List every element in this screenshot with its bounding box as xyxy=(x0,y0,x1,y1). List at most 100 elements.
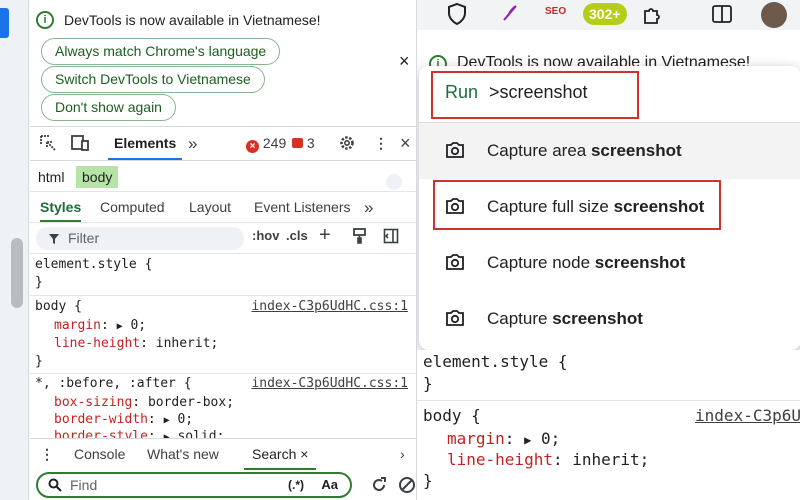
dom-breadcrumb: html body xyxy=(30,162,416,192)
tab-event-listeners[interactable]: Event Listeners xyxy=(254,193,351,222)
styles-pane-tabs: Styles Computed Layout Event Listeners » xyxy=(30,193,416,223)
tab-computed[interactable]: Computed xyxy=(100,193,165,222)
run-prefix: Run xyxy=(445,82,479,102)
language-infobar: i DevTools is now available in Vietnames… xyxy=(30,0,416,126)
rule-divider xyxy=(30,295,416,296)
device-toolbar-icon[interactable] xyxy=(70,127,90,160)
camera-icon xyxy=(446,310,464,326)
body-rule-close: } xyxy=(423,471,433,490)
body-selector[interactable]: body { xyxy=(35,299,82,314)
tab-search[interactable]: Search × xyxy=(244,439,317,470)
page-scrollbar[interactable] xyxy=(11,238,23,308)
close-search-tab-icon[interactable]: × xyxy=(300,446,308,462)
close-drawer-icon[interactable]: › xyxy=(400,439,405,470)
clear-search-icon[interactable] xyxy=(398,476,416,494)
search-icon xyxy=(48,478,62,492)
error-icon: × xyxy=(246,140,259,153)
element-style-selector[interactable]: element.style { xyxy=(35,257,152,272)
command-menu: Run >screenshot Capture area screenshot … xyxy=(419,66,800,350)
breadcrumb-body[interactable]: body xyxy=(76,166,119,188)
tab-layout[interactable]: Layout xyxy=(189,193,231,222)
profile-avatar[interactable] xyxy=(761,2,787,28)
body-selector[interactable]: body { xyxy=(423,406,481,425)
infobar-close-button[interactable]: × xyxy=(399,51,410,72)
extension-count-badge[interactable]: 302+ xyxy=(583,3,627,25)
browser-extension-bar: SEO 302+ xyxy=(417,0,800,30)
toggle-sidebar-icon[interactable] xyxy=(383,228,399,247)
highlight-box-full-size xyxy=(433,180,721,230)
menu-item-label: Capture area screenshot xyxy=(487,141,682,160)
tab-whats-new[interactable]: What's new xyxy=(147,439,219,470)
styles-rules-pane: element.style { } body { index-C3p6UdHC.… xyxy=(30,255,416,438)
issue-icon xyxy=(292,138,303,148)
match-language-button[interactable]: Always match Chrome's language xyxy=(41,38,281,65)
camera-icon xyxy=(446,254,464,270)
capture-node-screenshot-item[interactable]: Capture node screenshot xyxy=(419,235,800,291)
drawer-menu-icon[interactable]: ⋮ xyxy=(40,439,54,470)
close-devtools-icon[interactable]: × xyxy=(400,127,411,160)
styles-filter-input[interactable]: Filter xyxy=(36,227,244,250)
breadcrumb-html[interactable]: html xyxy=(32,166,70,188)
element-style-close: } xyxy=(423,374,433,393)
menu-item-label: Capture screenshot xyxy=(487,309,643,328)
error-counter[interactable]: × 249 xyxy=(246,127,286,160)
inspect-element-icon[interactable] xyxy=(39,127,57,160)
dont-show-again-button[interactable]: Don't show again xyxy=(41,94,176,121)
universal-selector[interactable]: *, :before, :after { xyxy=(35,376,192,391)
drawer-search-bar: Find (.*) Aa xyxy=(30,470,416,500)
seo-extension-icon[interactable]: SEO xyxy=(545,6,566,17)
css-declaration[interactable]: border-style: ▶ solid; xyxy=(54,429,224,438)
match-case-toggle[interactable]: Aa xyxy=(321,474,338,496)
eye-dropper-icon[interactable] xyxy=(386,174,402,190)
warning-counter[interactable]: 3 xyxy=(292,127,315,160)
styles-filter-bar: Filter :hov .cls + xyxy=(30,224,416,254)
shield-extension-icon[interactable] xyxy=(445,2,469,26)
devtools-main-toolbar: Elements » × 249 3 ⋮ × xyxy=(30,126,416,161)
css-declaration[interactable]: line-height: inherit; xyxy=(447,450,649,469)
element-style-selector[interactable]: element.style { xyxy=(423,352,568,371)
feather-extension-icon[interactable] xyxy=(501,4,519,22)
puzzle-extensions-icon[interactable] xyxy=(641,3,663,25)
filter-funnel-icon xyxy=(49,234,59,244)
regex-toggle[interactable]: (.*) xyxy=(288,474,304,496)
tab-console[interactable]: Console xyxy=(74,439,125,470)
drawer-tabbar: ⋮ Console What's new Search × › xyxy=(30,438,416,470)
infobar-message: DevTools is now available in Vietnamese! xyxy=(64,12,321,28)
css-declaration[interactable]: line-height: inherit; xyxy=(54,336,218,351)
find-input[interactable]: Find (.*) Aa xyxy=(36,472,352,498)
tab-styles[interactable]: Styles xyxy=(40,193,82,222)
body-rule-source-link[interactable]: index-C3p6UdHC.css:1 xyxy=(251,299,408,314)
css-declaration[interactable]: box-sizing: border-box; xyxy=(54,395,234,410)
filter-placeholder: Filter xyxy=(68,230,100,246)
more-tabs-icon[interactable]: » xyxy=(188,127,197,160)
capture-area-screenshot-item[interactable]: Capture area screenshot xyxy=(419,123,800,179)
find-placeholder: Find xyxy=(70,477,98,493)
new-style-rule-button[interactable]: + xyxy=(319,224,331,247)
switch-vietnamese-button[interactable]: Switch DevTools to Vietnamese xyxy=(41,66,265,93)
command-input[interactable]: >screenshot xyxy=(489,82,588,103)
css-declaration[interactable]: margin: ▶ 0; xyxy=(447,429,560,448)
refresh-icon[interactable] xyxy=(370,476,388,494)
paint-roller-icon[interactable] xyxy=(352,228,368,247)
capture-screenshot-item[interactable]: Capture screenshot xyxy=(419,291,800,347)
hov-toggle[interactable]: :hov xyxy=(252,228,279,243)
more-style-tabs-icon[interactable]: » xyxy=(364,193,373,222)
side-panel-icon[interactable] xyxy=(711,3,733,25)
body-rule-source-link[interactable]: index-C3p6U xyxy=(695,406,800,425)
rule-divider xyxy=(30,373,416,374)
right-devtools-panel: SEO 302+ i DevTools is now available in … xyxy=(416,0,800,500)
info-icon: i xyxy=(36,11,54,29)
rule-divider xyxy=(417,400,800,401)
tab-elements[interactable]: Elements xyxy=(108,127,183,160)
kebab-menu-icon[interactable]: ⋮ xyxy=(374,127,388,160)
css-declaration[interactable]: margin: ▶ 0; xyxy=(54,318,146,333)
settings-gear-icon[interactable] xyxy=(338,127,356,160)
left-devtools-panel: i DevTools is now available in Vietnames… xyxy=(0,0,416,500)
camera-icon xyxy=(446,142,464,158)
cls-toggle[interactable]: .cls xyxy=(286,228,308,243)
element-style-close: } xyxy=(35,275,43,290)
error-count: 249 xyxy=(262,135,287,151)
universal-rule-source-link[interactable]: index-C3p6UdHC.css:1 xyxy=(251,376,408,391)
menu-item-label: Capture node screenshot xyxy=(487,253,686,272)
css-declaration[interactable]: border-width: ▶ 0; xyxy=(54,412,193,427)
